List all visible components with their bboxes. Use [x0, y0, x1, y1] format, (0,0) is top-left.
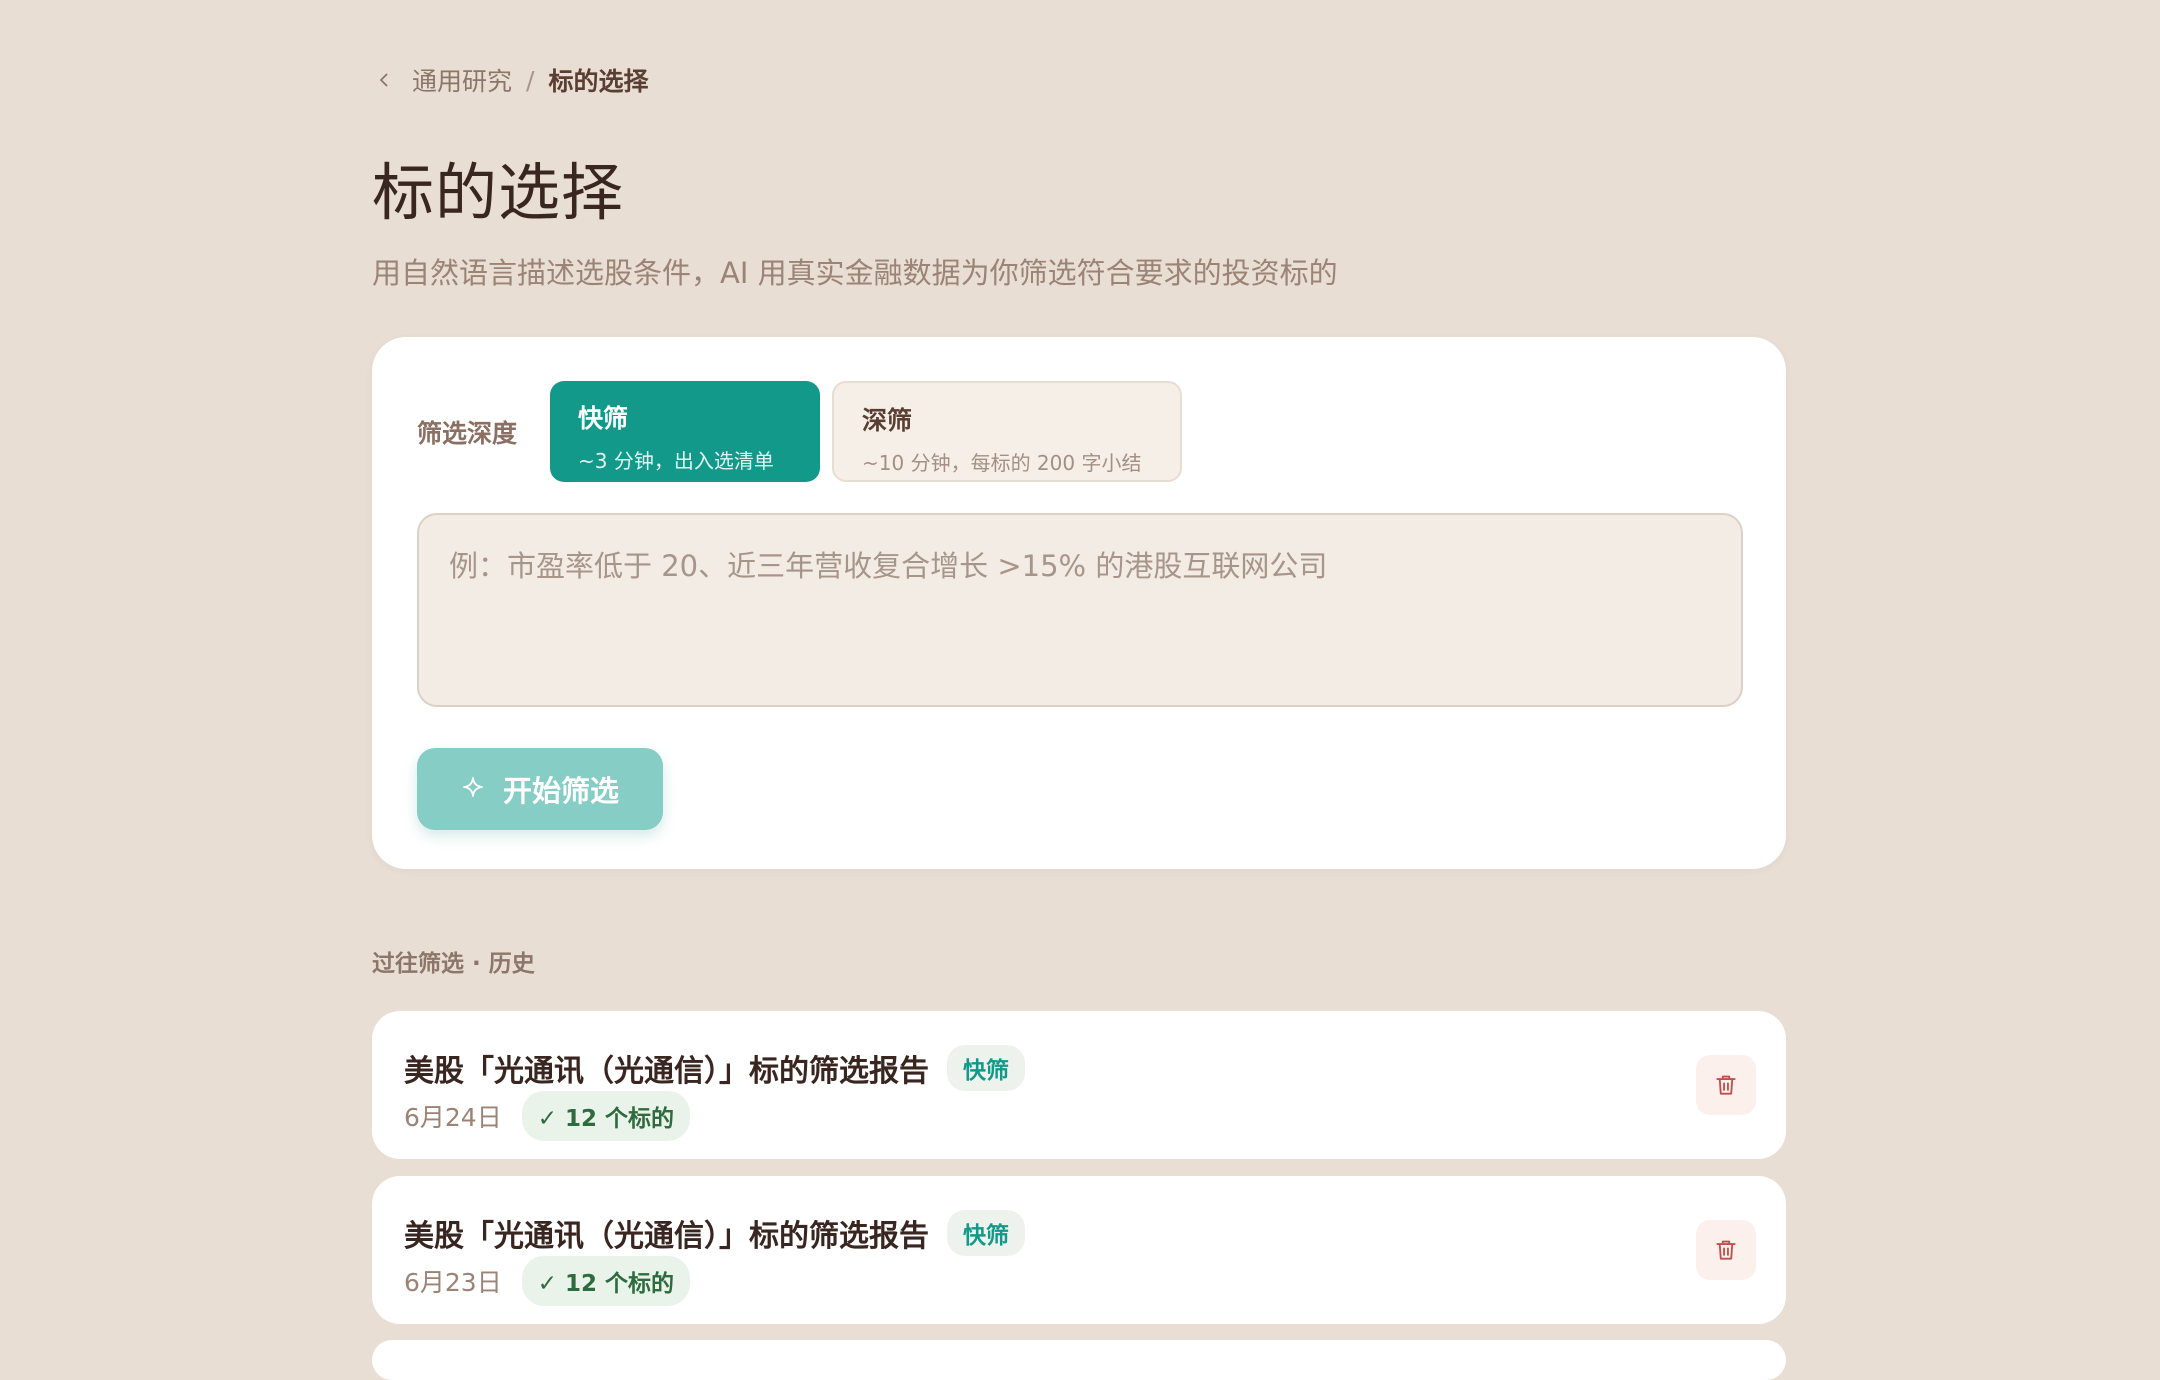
history-item-title: 美股「光通讯（光通信）」标的筛选报告: [404, 1054, 929, 1089]
page-subtitle: 用自然语言描述选股条件，AI 用真实金融数据为你筛选符合要求的投资标的: [372, 256, 1338, 290]
history-section-title: 过往筛选 · 历史: [372, 951, 535, 977]
breadcrumb-separator: /: [526, 65, 535, 95]
breadcrumb-current: 标的选择: [548, 67, 649, 96]
screen-query-input[interactable]: [417, 513, 1743, 707]
depth-option-title: 快筛: [578, 404, 629, 433]
depth-option-deep[interactable]: 深筛 ~10 分钟，每标的 200 字小结: [832, 381, 1182, 482]
depth-option-quick[interactable]: 快筛 ~3 分钟，出入选清单: [550, 381, 820, 482]
history-item-title: 美股「光通讯（光通信）」标的筛选报告: [404, 1219, 929, 1254]
depth-option-desc: ~10 分钟，每标的 200 字小结: [862, 451, 1142, 475]
history-item-meta: 6月24日 ✓ 12 个标的: [404, 1091, 691, 1141]
breadcrumb: 通用研究 / 标的选择: [372, 62, 648, 98]
page-title: 标的选择: [372, 156, 625, 229]
trash-icon: [1716, 1075, 1736, 1095]
history-item-meta: 6月23日 ✓ 12 个标的: [404, 1256, 691, 1306]
result-count-badge: ✓ 12 个标的: [521, 1256, 691, 1306]
trash-icon: [1716, 1240, 1736, 1260]
start-screen-label: 开始筛选: [502, 774, 619, 808]
depth-badge: 快筛: [947, 1210, 1025, 1256]
history-item-partial[interactable]: [372, 1340, 1786, 1380]
depth-label: 筛选深度: [417, 419, 518, 448]
result-count-badge: ✓ 12 个标的: [521, 1091, 691, 1141]
history-item-title-row: 美股「光通讯（光通信）」标的筛选报告 快筛: [404, 1210, 1025, 1256]
history-item-title-row: 美股「光通讯（光通信）」标的筛选报告 快筛: [404, 1045, 1025, 1091]
history-item[interactable]: 美股「光通讯（光通信）」标的筛选报告 快筛 6月24日 ✓ 12 个标的: [372, 1011, 1786, 1159]
history-item-date: 6月23日: [404, 1268, 502, 1297]
sparkle-icon: [461, 772, 485, 806]
start-screen-button[interactable]: 开始筛选: [417, 748, 663, 830]
back-chevron-icon[interactable]: [372, 68, 396, 92]
depth-option-desc: ~3 分钟，出入选清单: [578, 449, 774, 473]
history-item[interactable]: 美股「光通讯（光通信）」标的筛选报告 快筛 6月23日 ✓ 12 个标的: [372, 1176, 1786, 1324]
history-item-date: 6月24日: [404, 1103, 502, 1132]
delete-button[interactable]: [1696, 1220, 1756, 1280]
depth-badge: 快筛: [947, 1045, 1025, 1091]
depth-option-title: 深筛: [862, 406, 913, 435]
breadcrumb-parent-link[interactable]: 通用研究: [412, 62, 512, 98]
delete-button[interactable]: [1696, 1055, 1756, 1115]
